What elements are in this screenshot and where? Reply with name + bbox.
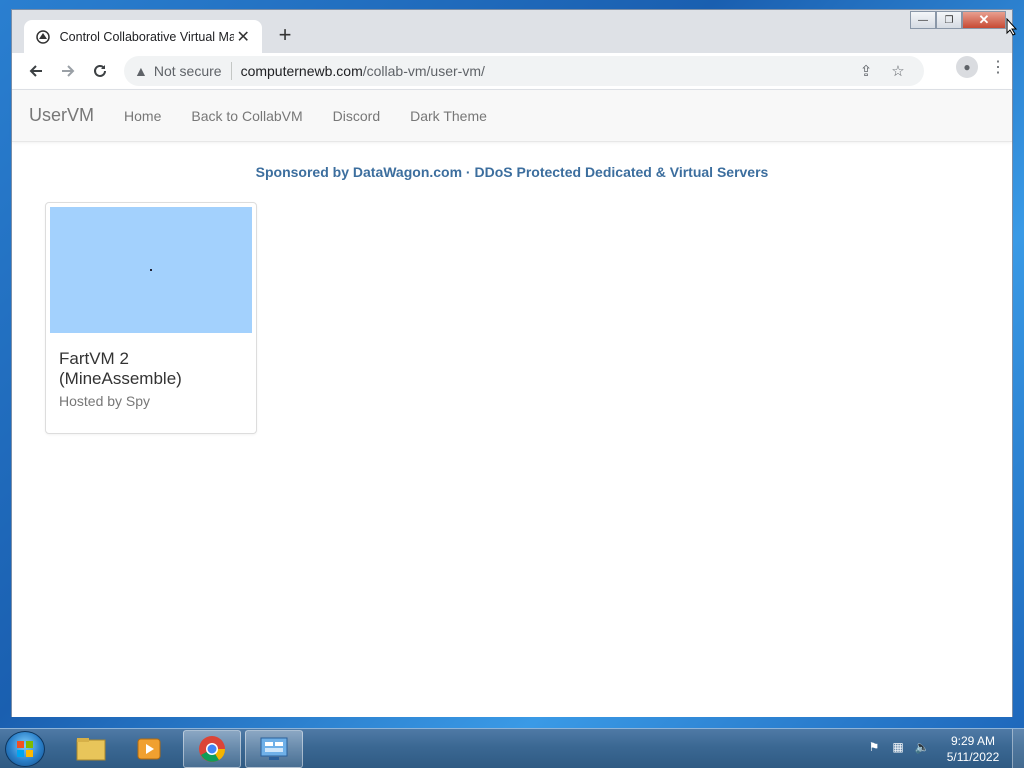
minimize-button[interactable]: — (910, 11, 936, 29)
collabvm-favicon-icon (34, 28, 52, 46)
media-player-icon (137, 738, 161, 760)
forward-arrow-icon[interactable] (52, 55, 84, 87)
browser-toolbar: ▲ Not secure computernewb.com/collab-vm/… (12, 53, 1012, 89)
toolbar-right: ● ⋮ (956, 56, 1006, 78)
taskbar-media-player[interactable] (120, 730, 178, 768)
nav-home[interactable]: Home (109, 108, 176, 124)
not-secure-label: Not secure (153, 63, 222, 79)
close-button[interactable]: ✕ (962, 11, 1006, 29)
nav-dark-theme[interactable]: Dark Theme (395, 108, 502, 124)
vm-card[interactable]: FartVM 2 (MineAssemble) Hosted by Spy (45, 202, 257, 434)
clock[interactable]: 9:29 AM 5/11/2022 (940, 733, 1006, 765)
omnibox-divider (230, 62, 232, 80)
network-icon[interactable]: ▦ (890, 739, 906, 755)
windows-logo-icon (17, 741, 33, 757)
tab-close-icon[interactable]: ✕ (234, 27, 252, 47)
taskbar-remote-desktop[interactable] (245, 730, 303, 768)
vm-host: Hosted by Spy (59, 393, 151, 409)
clock-date: 5/11/2022 (946, 750, 1000, 764)
action-center-flag-icon[interactable]: ⚑ (866, 739, 882, 755)
site-navbar: UserVM Home Back to CollabVM Discord Dar… (12, 90, 1012, 142)
folder-icon (76, 738, 106, 761)
nav-back-to-collabvm[interactable]: Back to CollabVM (176, 108, 317, 124)
taskbar-chrome[interactable] (183, 730, 241, 768)
url-host: computernewb.com (240, 63, 363, 79)
volume-icon[interactable]: 🔈 (914, 739, 930, 755)
sponsor-link[interactable]: Sponsored by DataWagon.com · DDoS Protec… (12, 164, 1012, 180)
browser-window: Control Collaborative Virtual Ma ✕ + — ❐… (11, 9, 1013, 717)
bookmark-star-icon[interactable]: ☆ (882, 62, 914, 80)
start-button[interactable] (5, 731, 45, 767)
taskbar-explorer[interactable] (62, 730, 120, 768)
show-desktop-button[interactable] (1012, 729, 1024, 768)
site-brand[interactable]: UserVM (29, 105, 94, 126)
address-bar[interactable]: ▲ Not secure computernewb.com/collab-vm/… (124, 56, 924, 86)
url-text: computernewb.com/collab-vm/user-vm/ (241, 63, 485, 79)
url-path: /collab-vm/user-vm/ (362, 63, 485, 79)
vm-title: FartVM 2 (MineAssemble) (59, 349, 182, 388)
profile-avatar-icon[interactable]: ● (956, 56, 978, 78)
share-icon[interactable]: ⇪ (850, 62, 882, 80)
nav-discord[interactable]: Discord (318, 108, 395, 124)
system-tray: ⚑ ▦ 🔈 (866, 739, 938, 755)
taskbar: ⚑ ▦ 🔈 9:29 AM 5/11/2022 (0, 728, 1024, 768)
new-tab-button[interactable]: + (274, 24, 296, 46)
mouse-cursor-icon (1006, 17, 1018, 41)
warning-icon: ▲ (134, 63, 148, 79)
control-panel-icon (260, 737, 288, 760)
tab-strip: Control Collaborative Virtual Ma ✕ + (12, 10, 1012, 53)
web-page: UserVM Home Back to CollabVM Discord Dar… (12, 90, 1012, 717)
chrome-icon (199, 736, 226, 762)
window-controls: — ❐ ✕ (910, 11, 1006, 29)
back-arrow-icon[interactable] (20, 55, 52, 87)
tab-title: Control Collaborative Virtual Ma (59, 29, 235, 44)
cursor-dot (150, 269, 152, 271)
browser-tab[interactable]: Control Collaborative Virtual Ma ✕ (24, 20, 262, 53)
reload-icon[interactable] (84, 55, 116, 87)
vm-thumbnail[interactable] (50, 207, 252, 333)
omnibox-actions: ⇪ ☆ (850, 62, 924, 80)
kebab-menu-icon[interactable]: ⋮ (990, 57, 1006, 77)
clock-time: 9:29 AM (950, 734, 996, 748)
maximize-button[interactable]: ❐ (936, 11, 962, 29)
